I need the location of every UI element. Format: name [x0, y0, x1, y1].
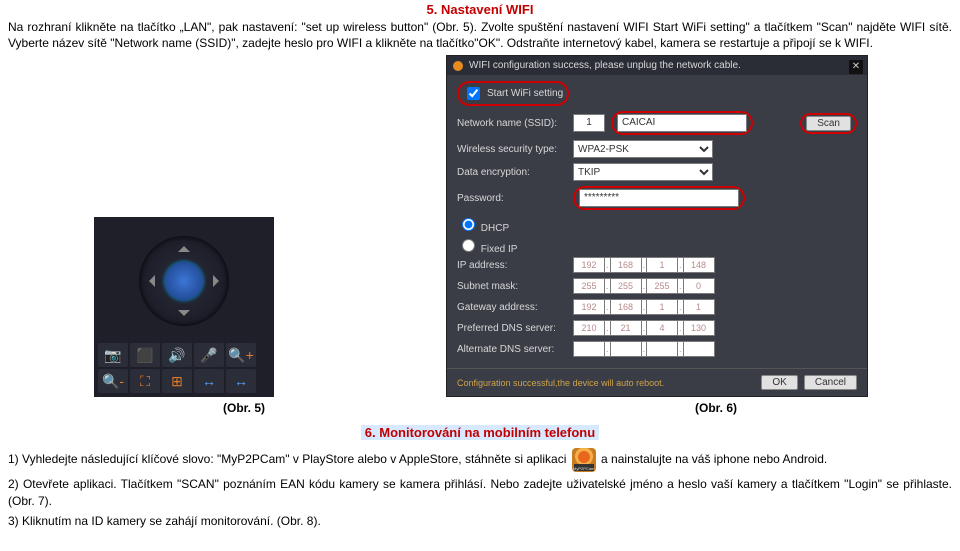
security-type-select[interactable]: WPA2-PSK [573, 140, 713, 158]
dpad-right-icon[interactable] [213, 275, 225, 287]
dns1-input[interactable]: 210. 21. 4. 130 [573, 320, 715, 336]
dns2-label: Alternate DNS server: [457, 344, 567, 355]
gateway-label: Gateway address: [457, 302, 567, 313]
status-dot-icon [453, 61, 463, 71]
start-wifi-highlight: Start WiFi setting [457, 81, 569, 106]
section-5-paragraph: Na rozhraní klikněte na tlačítko „LAN", … [8, 19, 952, 51]
fixed-ip-label: Fixed IP [481, 244, 518, 255]
ok-button[interactable]: OK [761, 375, 797, 390]
myp2pcam-app-icon: MyP2PCam [572, 448, 596, 472]
fixed-ip-radio-row: Fixed IP [457, 236, 857, 255]
encryption-label: Data encryption: [457, 167, 567, 178]
tool-icon-strip: 📷 ⬛ 🔊 🎤 🔍+ 🔍- ⛶ ⊞ ↔ ↔ [94, 339, 274, 397]
scan-button[interactable]: Scan [806, 116, 851, 131]
encryption-select[interactable]: TKIP [573, 163, 713, 181]
banner-text: WIFI configuration success, please unplu… [469, 60, 741, 71]
section-6-p3: 3) Kliknutím na ID kamery se zahájí moni… [8, 513, 952, 529]
dns2-input[interactable]: . . . [573, 341, 715, 357]
gateway-input[interactable]: 192. 168. 1. 1 [573, 299, 715, 315]
wifi-config-dialog: ✕ WIFI configuration success, please unp… [446, 55, 868, 397]
record-icon[interactable]: ⬛ [130, 343, 160, 367]
section-6-title: 6. Monitorování na mobilním telefonu [361, 425, 599, 440]
ssid-label: Network name (SSID): [457, 118, 567, 129]
figure-6-caption: (Obr. 6) [695, 401, 737, 415]
dpad-down-icon[interactable] [178, 310, 190, 322]
ip-address-label: IP address: [457, 260, 567, 271]
dhcp-radio[interactable] [462, 218, 475, 231]
dpad-up-icon[interactable] [178, 240, 190, 252]
section-6-p1: 1) Vyhledejte následující klíčové slovo:… [8, 448, 952, 472]
dhcp-label: DHCP [481, 223, 509, 234]
fullscreen-icon[interactable]: ⛶ [130, 369, 160, 393]
footer-status-text: Configuration successful,the device will… [457, 378, 664, 388]
fixed-ip-radio[interactable] [462, 239, 475, 252]
flip-v-icon[interactable]: ↔ [226, 369, 256, 393]
password-highlight: ********* [573, 186, 745, 210]
ptz-dpad[interactable] [139, 236, 229, 326]
start-wifi-checkbox[interactable] [467, 87, 480, 100]
start-wifi-label: Start WiFi setting [487, 88, 563, 99]
section-6-p2: 2) Otevřete aplikaci. Tlačítkem "SCAN" p… [8, 476, 952, 508]
ssid-index: 1 [573, 114, 605, 132]
zoom-in-icon[interactable]: 🔍+ [226, 343, 256, 367]
security-type-label: Wireless security type: [457, 144, 567, 155]
dhcp-radio-row: DHCP [457, 215, 857, 234]
figure-5-caption: (Obr. 5) [223, 401, 265, 415]
config-banner: WIFI configuration success, please unplu… [447, 56, 867, 75]
ip-address-input[interactable]: 192. 168. 1. 148 [573, 257, 715, 273]
subnet-input[interactable]: 255. 255. 255. 0 [573, 278, 715, 294]
mic-icon[interactable]: 🎤 [194, 343, 224, 367]
ssid-input[interactable]: CAICAI [617, 114, 747, 132]
zoom-out-icon[interactable]: 🔍- [98, 369, 128, 393]
password-label: Password: [457, 193, 567, 204]
snapshot-icon[interactable]: 📷 [98, 343, 128, 367]
camera-control-panel: 📷 ⬛ 🔊 🎤 🔍+ 🔍- ⛶ ⊞ ↔ ↔ [94, 217, 274, 397]
scan-highlight: Scan [800, 113, 857, 134]
dpad-center-button[interactable] [165, 262, 203, 300]
app-icon-label: MyP2PCam [572, 466, 596, 472]
password-input[interactable]: ********* [579, 189, 739, 207]
dpad-left-icon[interactable] [143, 275, 155, 287]
speaker-icon[interactable]: 🔊 [162, 343, 192, 367]
close-button[interactable]: ✕ [849, 60, 863, 74]
ssid-highlight: CAICAI [611, 111, 753, 135]
grid-icon[interactable]: ⊞ [162, 369, 192, 393]
section-5-title: 5. Nastavení WIFI [8, 2, 952, 17]
subnet-label: Subnet mask: [457, 281, 567, 292]
flip-h-icon[interactable]: ↔ [194, 369, 224, 393]
dns1-label: Preferred DNS server: [457, 323, 567, 334]
cancel-button[interactable]: Cancel [804, 375, 857, 390]
